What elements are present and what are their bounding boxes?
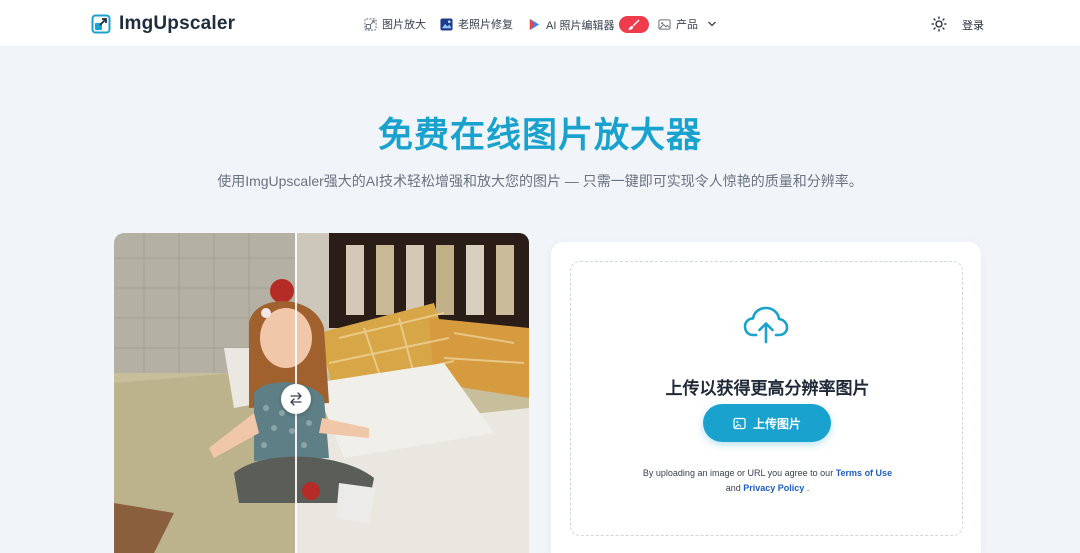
sun-icon[interactable] [931,16,947,32]
upload-title: 上传以获得更高分辨率图片 [665,379,870,398]
brand-logo[interactable]: ImgUpscaler [91,13,235,35]
comparison-slider-handle[interactable] [281,384,311,414]
sample-photo [114,233,529,553]
hot-badge [619,16,650,33]
before-after-comparison[interactable] [114,233,529,553]
privacy-policy-link[interactable]: Privacy Policy [743,483,804,493]
nav-item-label: 老照片修复 [458,19,513,31]
top-nav: ImgUpscaler 图片放大 老照片修复 AI 照片编辑器 产品 登录 [0,0,1080,47]
page-title: 免费在线图片放大器 [377,116,702,155]
terms-of-use-link[interactable]: Terms of Use [836,468,892,478]
upload-image-button[interactable]: 上传图片 [703,404,831,442]
ai-editor-icon [529,18,540,31]
page-subtitle: 使用ImgUpscaler强大的AI技术轻松增强和放大您的图片 — 只需一键即可… [217,173,863,189]
upload-button-label: 上传图片 [752,416,801,431]
photo-restore-icon [440,17,453,31]
cloud-upload-icon [743,306,789,344]
nav-item-label: 产品 [676,19,698,31]
terms-and: and [725,483,741,493]
nav-item-label: AI 照片编辑器 [546,19,615,32]
brand-name: ImgUpscaler [119,13,236,34]
nav-item-upscale[interactable]: 图片放大 [364,16,426,32]
chevron-down-icon [708,21,716,27]
image-add-icon [733,417,746,429]
swap-arrows-icon [290,392,302,406]
terms-period: . [806,483,810,493]
upload-card: 上传以获得更高分辨率图片 上传图片 By uploading an image … [551,242,981,553]
nav-item-products[interactable]: 产品 [658,16,717,32]
terms-notice: By uploading an image or URL you agree t… [641,466,894,496]
login-link[interactable]: 登录 [962,17,984,33]
image-icon [658,18,671,30]
nav-item-label: 图片放大 [382,19,426,31]
terms-prefix: By uploading an image or URL you agree t… [642,468,834,478]
logo-icon [91,14,111,34]
nav-item-ai-editor[interactable]: AI 照片编辑器 [528,16,650,33]
upscale-icon [364,17,377,31]
nav-item-photo-restore[interactable]: 老照片修复 [440,16,513,32]
brush-icon [628,19,640,30]
upload-dropzone[interactable]: 上传以获得更高分辨率图片 上传图片 By uploading an image … [570,261,963,536]
